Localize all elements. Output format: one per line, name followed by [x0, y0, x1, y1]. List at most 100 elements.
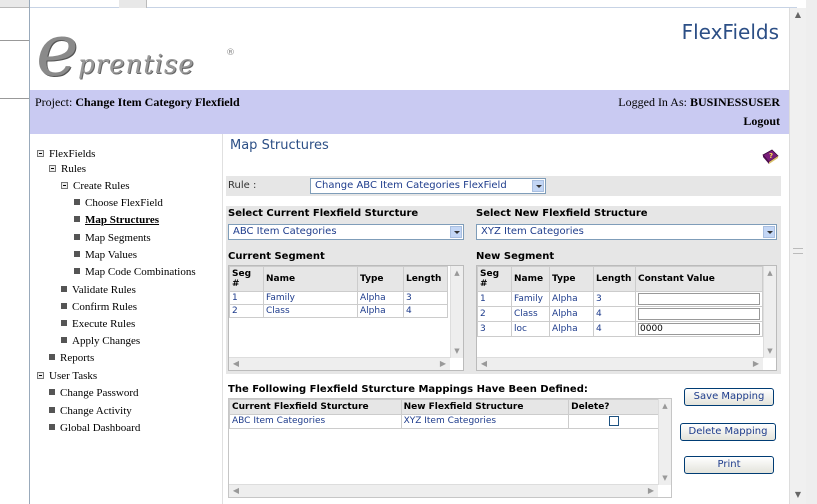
tree-minus-icon[interactable]	[61, 181, 68, 189]
page-title: Map Structures	[230, 138, 329, 153]
tree-minus-icon[interactable]	[37, 149, 44, 157]
print-button[interactable]: Print	[684, 456, 774, 474]
delete-mapping-button[interactable]: Delete Mapping	[680, 423, 776, 441]
scroll-down-icon[interactable]: ▼	[660, 473, 670, 483]
scroll-up-icon[interactable]: ▲	[660, 401, 670, 411]
scroll-up-icon[interactable]: ▲	[792, 10, 804, 22]
scroll-left-icon[interactable]: ◀	[231, 359, 241, 369]
nav-tree: FlexFields Rules Create Rules Choose Fle…	[30, 134, 222, 504]
table-header-row: Seg # Name Type Length Constant Value	[477, 266, 763, 292]
table-row[interactable]: 2 Class Alpha 4	[229, 304, 448, 318]
vertical-scrollbar[interactable]: ▲ ▼	[763, 266, 776, 358]
cell-seg: 2	[477, 306, 512, 322]
horizontal-scrollbar[interactable]: ◀ ▶	[229, 484, 658, 497]
current-structure-select[interactable]: ABC Item Categories	[228, 224, 464, 240]
scroll-right-icon[interactable]: ▶	[646, 486, 656, 496]
vertical-scrollbar[interactable]: ▲ ▼	[450, 266, 463, 358]
tree-bullet-icon	[74, 268, 80, 275]
tree-item-map-structures[interactable]: Map Structures	[74, 214, 159, 226]
cell-seg: 1	[229, 291, 264, 305]
scroll-down-icon[interactable]: ▼	[765, 346, 775, 356]
tree-item-reports[interactable]: Reports	[49, 352, 94, 364]
delete-checkbox[interactable]	[608, 416, 619, 426]
cell-type: Alpha	[549, 306, 594, 322]
constant-value-input[interactable]	[638, 308, 760, 320]
constant-value-input[interactable]	[638, 293, 760, 305]
tree-item-create-rules[interactable]: Create Rules	[61, 180, 130, 192]
logout-link[interactable]: Logout	[743, 114, 780, 129]
svg-text:?: ?	[769, 152, 773, 160]
tree-item-change-activity[interactable]: Change Activity	[49, 405, 132, 417]
cell-length: 4	[403, 304, 448, 318]
scroll-right-icon[interactable]: ▶	[438, 359, 448, 369]
scroll-grip[interactable]	[793, 248, 803, 254]
chevron-down-icon[interactable]	[450, 226, 462, 238]
horizontal-scrollbar[interactable]: ◀ ▶	[229, 357, 450, 370]
logo-mark: e	[36, 8, 79, 92]
scroll-down-icon[interactable]: ▼	[792, 490, 804, 502]
tree-item-user-tasks[interactable]: User Tasks	[37, 370, 97, 382]
col-current-structure: Current Flexfield Sturcture	[229, 399, 402, 415]
mappings-grid: Current Flexfield Sturcture New Flexfiel…	[228, 398, 672, 498]
tree-item-choose-flexfield[interactable]: Choose FlexField	[74, 197, 163, 209]
tree-bullet-icon	[61, 286, 67, 293]
rule-select[interactable]: Change ABC Item Categories FlexField	[310, 178, 546, 194]
cell-length: 3	[593, 291, 636, 307]
tree-item-apply-changes[interactable]: Apply Changes	[61, 335, 140, 347]
cell-length: 4	[593, 306, 636, 322]
scroll-up-icon[interactable]: ▲	[452, 268, 462, 278]
table-row[interactable]: 1 Family Alpha 3	[477, 291, 763, 307]
scroll-left-icon[interactable]: ◀	[231, 486, 241, 496]
vertical-scrollbar[interactable]: ▲ ▼	[658, 399, 671, 485]
mappings-heading: The Following Flexfield Sturcture Mappin…	[228, 384, 588, 395]
tree-item-change-password[interactable]: Change Password	[49, 387, 139, 399]
tree-item-label: FlexFields	[49, 148, 96, 160]
tree-item-label: Create Rules	[73, 180, 130, 192]
window-scrollbar[interactable]: ▲ ▼	[789, 8, 806, 504]
tree-bullet-icon	[74, 251, 80, 258]
tree-item-execute-rules[interactable]: Execute Rules	[61, 318, 135, 330]
tree-item-validate-rules[interactable]: Validate Rules	[61, 284, 136, 296]
table-row[interactable]: 2 Class Alpha 4	[477, 306, 763, 322]
col-name: Name	[263, 266, 358, 292]
chevron-down-icon[interactable]	[532, 180, 544, 192]
tree-item-map-segments[interactable]: Map Segments	[74, 232, 151, 244]
table-row[interactable]: 3 loc Alpha 4	[477, 321, 763, 337]
table-row[interactable]: ABC Item Categories XYZ Item Categories	[229, 414, 659, 429]
current-segment-grid: Seg # Name Type Length 1 Family Alpha 3 …	[228, 265, 464, 371]
outer-divider	[0, 40, 29, 41]
tree-item-flexfields[interactable]: FlexFields	[37, 148, 95, 160]
save-mapping-button[interactable]: Save Mapping	[684, 388, 774, 406]
tree-bullet-icon	[49, 424, 55, 431]
cell-constant	[635, 306, 763, 322]
horizontal-scrollbar[interactable]: ◀ ▶	[477, 357, 763, 370]
scroll-up-icon[interactable]: ▲	[765, 268, 775, 278]
col-name: Name	[511, 266, 550, 292]
tree-item-label: Map Structures	[85, 214, 160, 226]
tree-item-global-dashboard[interactable]: Global Dashboard	[49, 422, 140, 434]
tree-bullet-icon	[61, 303, 67, 310]
current-structure-value: ABC Item Categories	[233, 226, 337, 237]
new-structure-select[interactable]: XYZ Item Categories	[476, 224, 777, 240]
constant-value-input[interactable]	[638, 323, 760, 335]
chevron-down-icon[interactable]	[763, 226, 775, 238]
cell-type: Alpha	[549, 291, 594, 307]
tree-bullet-icon	[74, 216, 80, 223]
table-row[interactable]: 1 Family Alpha 3	[229, 291, 448, 305]
table-header-row: Current Flexfield Sturcture New Flexfiel…	[229, 399, 659, 415]
scroll-left-icon[interactable]: ◀	[479, 359, 489, 369]
tree-item-map-values[interactable]: Map Values	[74, 249, 137, 261]
tree-bullet-icon	[74, 199, 80, 206]
tree-item-confirm-rules[interactable]: Confirm Rules	[61, 301, 137, 313]
tree-item-label: Map Code Combinations	[85, 266, 196, 278]
cell-current-structure: ABC Item Categories	[229, 414, 402, 429]
tree-item-label: Apply Changes	[72, 335, 141, 347]
tree-bullet-icon	[61, 320, 67, 327]
tree-minus-icon[interactable]	[37, 371, 44, 379]
tree-item-rules[interactable]: Rules	[49, 163, 86, 175]
tree-minus-icon[interactable]	[49, 164, 56, 172]
scroll-down-icon[interactable]: ▼	[452, 346, 462, 356]
tree-item-map-code-combinations[interactable]: Map Code Combinations	[74, 266, 196, 278]
help-book-icon[interactable]: ?	[761, 148, 779, 166]
scroll-right-icon[interactable]: ▶	[751, 359, 761, 369]
